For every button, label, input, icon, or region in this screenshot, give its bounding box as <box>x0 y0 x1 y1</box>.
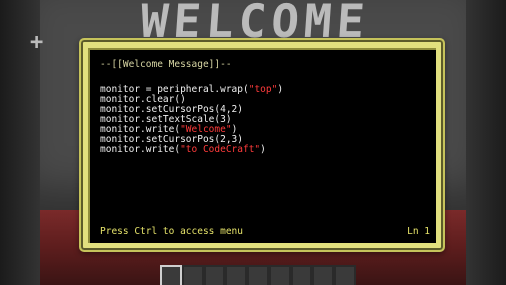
terminal-screen[interactable]: --[[Welcome Message]]-- monitor = periph… <box>88 48 436 243</box>
status-hint: Press Ctrl to access menu <box>100 226 243 237</box>
game-scene: WELCOME + --[[Welcome Message]]-- monito… <box>0 0 506 285</box>
crosshair-icon: + <box>30 30 44 55</box>
hotbar-slot[interactable] <box>312 265 335 285</box>
hotbar-slot[interactable] <box>225 265 248 285</box>
hotbar-slot[interactable] <box>160 265 182 285</box>
computer-terminal[interactable]: --[[Welcome Message]]-- monitor = periph… <box>79 38 445 252</box>
hotbar-slot[interactable] <box>181 265 204 285</box>
hotbar-slot[interactable] <box>203 265 226 285</box>
line-indicator: Ln 1 <box>407 226 430 237</box>
hotbar-slot[interactable] <box>247 265 269 285</box>
hotbar-slot[interactable] <box>268 265 291 285</box>
background-side-right <box>466 0 506 285</box>
hotbar-slot[interactable] <box>290 265 313 285</box>
hotbar <box>160 265 357 285</box>
code-line-1: --[[Welcome Message]]-- <box>100 59 232 70</box>
hotbar-slot[interactable] <box>334 265 357 285</box>
code-line-9: monitor.write("to CodeCraft") <box>100 144 266 155</box>
